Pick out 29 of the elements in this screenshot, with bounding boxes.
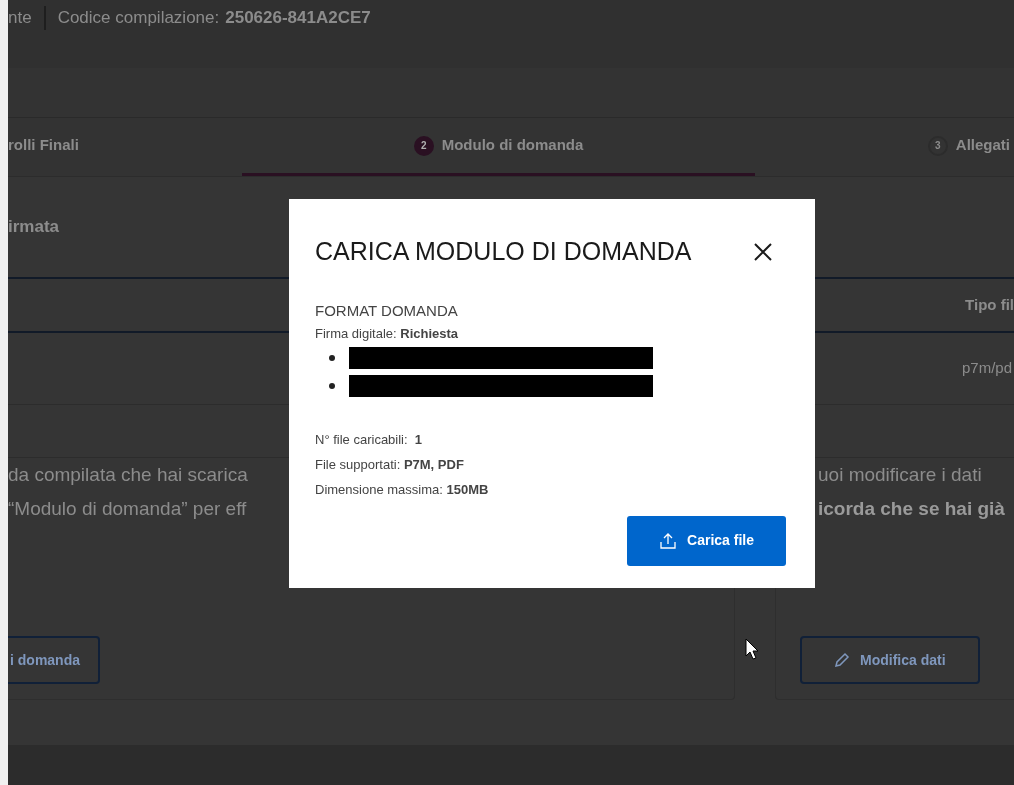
signature-text: Firma digitale: Richiesta	[315, 324, 460, 343]
close-icon	[753, 241, 773, 262]
dialog-title: CARICA MODULO DI DOMANDA	[315, 236, 692, 267]
section-title: irmata	[8, 216, 60, 239]
detail-text: Dimensione massima: 150MB	[315, 480, 490, 499]
code-label: Codice compilazione:	[56, 7, 220, 29]
code-value: 250626-841A2CE7	[224, 7, 371, 29]
card-text: uoi modificare i dati	[818, 463, 982, 487]
upload-button[interactable]: Carica file	[627, 515, 786, 566]
table-cell-text: p7m/pd	[961, 358, 1012, 379]
pencil-icon	[834, 652, 850, 668]
bullet-icon	[329, 354, 335, 361]
card-text: “Modulo di domanda” per eff	[8, 497, 247, 521]
step-tab[interactable]: 3 Allegati	[755, 118, 1014, 176]
step-number: 3	[927, 135, 948, 156]
table-header: Tipo fil	[965, 294, 1014, 315]
section-heading: FORMAT DOMANDA	[315, 300, 459, 321]
bullet-icon	[329, 382, 335, 389]
step-number: 2	[413, 135, 434, 156]
form-button[interactable]: i domanda	[8, 636, 100, 684]
detail-text: File supportati: P7M, PDF	[315, 455, 465, 474]
card-text: icorda che se hai già	[818, 497, 1005, 521]
card-text: da compilata che hai scarica	[8, 463, 248, 487]
upload-icon	[659, 531, 678, 550]
edit-button[interactable]: Modifica dati	[800, 636, 980, 684]
detail-text: N° file caricabili: 1	[315, 430, 424, 449]
step-tab[interactable]: rolli Finali	[8, 118, 242, 176]
header-text: nte	[8, 6, 46, 30]
cursor-icon	[745, 638, 759, 660]
